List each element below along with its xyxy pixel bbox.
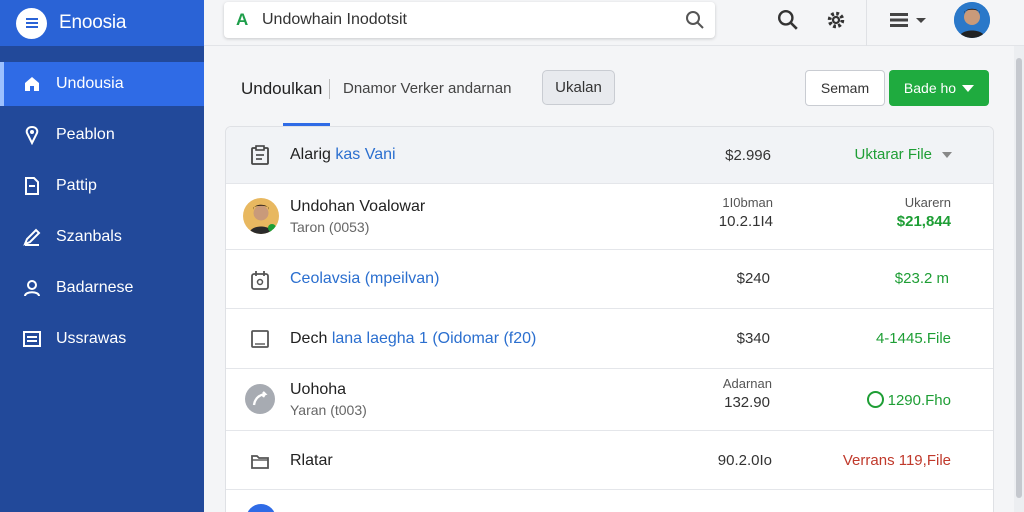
table-row[interactable]: Rlatar 90.2.0Io Verrans 119,File bbox=[226, 431, 993, 490]
table-row[interactable]: Ceolavsia (mpeilvan) $240 $23.2 m bbox=[226, 250, 993, 309]
search-icon[interactable] bbox=[776, 8, 800, 32]
row-mid-value: 90.2.0Io bbox=[717, 452, 772, 469]
menu-icon[interactable] bbox=[888, 8, 930, 32]
list-icon bbox=[22, 329, 42, 349]
column-name-header: Alarig kas Vani bbox=[290, 146, 396, 163]
row-name: Undohan Voalowar bbox=[290, 198, 426, 215]
sidebar-item-label: Peablon bbox=[56, 126, 115, 143]
brand-name: Enoosia bbox=[59, 12, 127, 33]
sidebar-item-undousia[interactable]: Undousia bbox=[0, 62, 204, 106]
page-subtitle: Dnamor Verker andarnan bbox=[343, 80, 512, 97]
sidebar-item-label: Szanbals bbox=[56, 228, 122, 245]
home-icon bbox=[22, 74, 42, 94]
chevron-down-icon bbox=[942, 152, 952, 159]
sidebar-nav: Undousia Peablon Pattip Szanbals Badarne… bbox=[0, 62, 204, 361]
search-logo-icon: A bbox=[236, 10, 249, 29]
top-bar: A Undowhain Inodotsit bbox=[204, 0, 1024, 46]
topbar-divider bbox=[866, 0, 867, 46]
row-avatar-icon bbox=[246, 504, 276, 512]
page-title[interactable]: Undoulkan bbox=[241, 79, 322, 99]
sidebar: Enoosia Undousia Peablon Pattip Szanbals bbox=[0, 0, 204, 512]
hamburger-icon[interactable] bbox=[16, 7, 47, 39]
sidebar-item-label: Ussrawas bbox=[56, 330, 127, 347]
sidebar-item-label: Pattip bbox=[56, 177, 97, 194]
sidebar-item-label: Undousia bbox=[56, 75, 124, 92]
row-subtitle: Yaran (t003) bbox=[290, 402, 367, 418]
row-mid-label: Adarnan bbox=[722, 376, 772, 391]
row-name: Rlatar bbox=[290, 452, 333, 469]
secondary-button[interactable]: Semam bbox=[805, 70, 885, 106]
row-right-value: 1290.Fho bbox=[771, 391, 951, 409]
column-amount-header: $2.996 bbox=[725, 147, 771, 164]
folder-icon bbox=[246, 447, 274, 475]
search-input[interactable]: Undowhain Inodotsit bbox=[262, 11, 715, 29]
person-avatar bbox=[243, 198, 279, 234]
row-right-value: Verrans 119,File bbox=[842, 452, 951, 469]
row-mid-value: 132.90 bbox=[724, 394, 770, 411]
table-row[interactable]: Undohan Voalowar Taron (0053) 1I0bman 10… bbox=[226, 184, 993, 250]
document-icon bbox=[22, 176, 42, 196]
calendar-icon bbox=[246, 266, 274, 294]
row-mid-value: 10.2.1I4 bbox=[718, 213, 773, 230]
brand-bar[interactable]: Enoosia bbox=[0, 0, 204, 46]
primary-button-label: Bade ho bbox=[903, 80, 957, 96]
edit-icon bbox=[22, 227, 42, 247]
title-divider bbox=[329, 79, 330, 99]
check-circle-icon bbox=[866, 391, 884, 408]
sidebar-item-ussrawas[interactable]: Ussrawas bbox=[0, 317, 204, 361]
share-circle-icon bbox=[244, 383, 276, 415]
content-header: Undoulkan Dnamor Verker andarnan Ukalan … bbox=[204, 46, 1014, 126]
row-mid-value: $240 bbox=[736, 270, 770, 287]
row-right-label: Ukarern bbox=[904, 195, 951, 210]
row-right-value: $23.2 m bbox=[894, 270, 949, 287]
chevron-down-icon bbox=[962, 84, 975, 92]
scrollbar-thumb[interactable] bbox=[1016, 58, 1022, 498]
row-right-value: $21,844 bbox=[896, 213, 951, 230]
row-name[interactable]: Ceolavsia (mpeilvan) bbox=[290, 270, 439, 288]
row-mid-value: $340 bbox=[736, 330, 770, 347]
avatar[interactable] bbox=[954, 2, 990, 38]
primary-button[interactable]: Bade ho bbox=[889, 70, 989, 106]
gear-icon[interactable] bbox=[824, 8, 848, 32]
table-row[interactable]: Uohoha Yaran (t003) Adarnan 132.90 1290.… bbox=[226, 369, 993, 431]
column-action-header[interactable]: Uktarar File bbox=[772, 146, 952, 163]
sidebar-item-pattip[interactable]: Pattip bbox=[0, 164, 204, 208]
square-icon bbox=[246, 325, 274, 353]
search-field[interactable]: A Undowhain Inodotsit bbox=[224, 2, 715, 38]
tab-ukalan-button[interactable]: Ukalan bbox=[542, 70, 615, 105]
row-name: Dech lana laegha 1 (Oidomar (f20) bbox=[290, 330, 537, 347]
search-icon[interactable] bbox=[685, 10, 705, 35]
row-right-value: 4-1445.File bbox=[875, 330, 951, 347]
user-group-icon bbox=[22, 278, 42, 298]
table-header-row: Alarig kas Vani $2.996 Uktarar File bbox=[226, 127, 993, 184]
tag-icon bbox=[22, 125, 42, 145]
table-row[interactable] bbox=[226, 490, 993, 512]
sidebar-item-peablon[interactable]: Peablon bbox=[0, 113, 204, 157]
sidebar-item-szanbals[interactable]: Szanbals bbox=[0, 215, 204, 259]
row-mid-label: 1I0bman bbox=[722, 195, 773, 210]
sidebar-item-label: Badarnese bbox=[56, 279, 134, 296]
sidebar-item-badarnese[interactable]: Badarnese bbox=[0, 266, 204, 310]
clipboard-icon bbox=[246, 141, 274, 169]
row-subtitle: Taron (0053) bbox=[290, 219, 370, 235]
table-row[interactable]: Dech lana laegha 1 (Oidomar (f20) $340 4… bbox=[226, 309, 993, 369]
data-table: Alarig kas Vani $2.996 Uktarar File Undo… bbox=[225, 126, 994, 512]
row-name: Uohoha bbox=[290, 381, 347, 398]
